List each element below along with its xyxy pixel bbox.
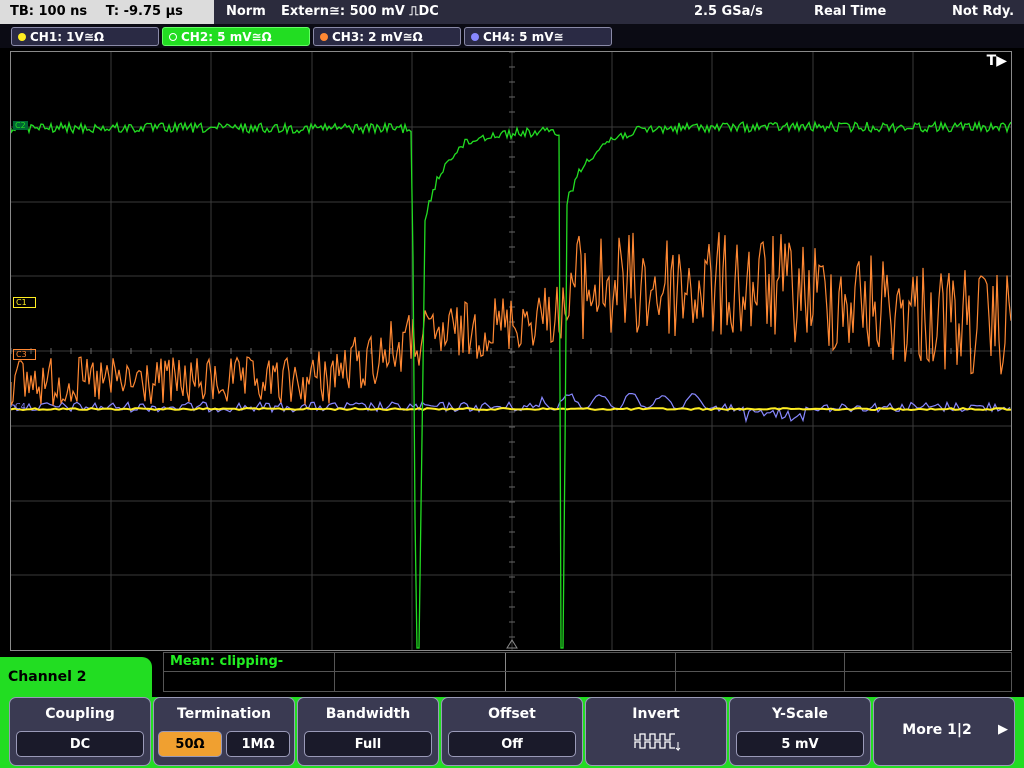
- ch1-offset-marker[interactable]: C1: [13, 297, 36, 308]
- channel-tab-ch3[interactable]: CH3: 2 mV≅Ω: [313, 27, 461, 46]
- yscale-value[interactable]: 5 mV: [736, 731, 864, 757]
- offset-title: Offset: [488, 706, 536, 722]
- channel-tab-ch1[interactable]: CH1: 1V≅Ω: [11, 27, 159, 46]
- coupling-softkey[interactable]: Coupling DC: [9, 697, 151, 766]
- offset-softkey[interactable]: Offset Off: [441, 697, 583, 766]
- bandwidth-title: Bandwidth: [325, 706, 411, 722]
- coupling-title: Coupling: [45, 706, 115, 722]
- more-label: More 1|2: [902, 722, 972, 738]
- ch2-offset-marker[interactable]: C2: [13, 121, 28, 130]
- yscale-title: Y-Scale: [771, 706, 828, 722]
- divider: [675, 653, 676, 691]
- bandwidth-softkey[interactable]: Bandwidth Full: [297, 697, 439, 766]
- ch1-dot-icon: [18, 33, 26, 41]
- ch2-dot-icon: [169, 33, 177, 41]
- menu-channel-label: Channel 2: [0, 657, 152, 697]
- termination-softkey[interactable]: Termination 50Ω 1MΩ: [153, 697, 295, 766]
- channel-tab-ch4[interactable]: CH4: 5 mV≅: [464, 27, 612, 46]
- ch2-label: CH2: 5 mV≅Ω: [181, 30, 272, 44]
- waveform-display[interactable]: T▶ C2 C1 C3 C4: [10, 51, 1012, 651]
- next-page-icon: ▶: [998, 722, 1008, 737]
- ch4-label: CH4: 5 mV≅: [483, 30, 564, 44]
- center-ticks: [11, 52, 992, 638]
- bandwidth-value[interactable]: Full: [304, 731, 432, 757]
- ch1-label: CH1: 1V≅Ω: [30, 30, 105, 44]
- trigger-source[interactable]: Extern≅: 500 mV ⎍DC: [281, 0, 439, 24]
- trigger-marker: T▶: [986, 53, 1007, 69]
- timebase-value: TB: 100 ns: [10, 4, 88, 19]
- ch3-dot-icon: [320, 33, 328, 41]
- termination-50ohm-button[interactable]: 50Ω: [158, 731, 222, 757]
- waveform-svg: [11, 52, 1011, 650]
- termination-1mohm-button[interactable]: 1MΩ: [226, 731, 290, 757]
- trigger-time-value: T: -9.75 µs: [105, 4, 183, 19]
- divider: [334, 653, 335, 691]
- ch1-waveform: [11, 406, 1011, 412]
- divider: [505, 653, 506, 691]
- timebase-box[interactable]: TB: 100 ns T: -9.75 µs: [0, 0, 214, 24]
- yscale-softkey[interactable]: Y-Scale 5 mV: [729, 697, 871, 766]
- termination-title: Termination: [177, 706, 271, 722]
- more-softkey[interactable]: More 1|2 ▶: [873, 697, 1015, 766]
- trigger-status: Not Rdy.: [952, 4, 1015, 19]
- ch4-offset-marker[interactable]: C4: [13, 402, 28, 411]
- offset-value[interactable]: Off: [448, 731, 576, 757]
- invert-softkey[interactable]: Invert: [585, 697, 727, 766]
- ch3-label: CH3: 2 mV≅Ω: [332, 30, 423, 44]
- trigger-mode[interactable]: Norm: [226, 0, 266, 24]
- channel-tab-ch2[interactable]: CH2: 5 mV≅Ω: [162, 27, 310, 46]
- ch4-dot-icon: [471, 33, 479, 41]
- invert-waveform-icon: [634, 733, 681, 752]
- sample-rate: 2.5 GSa/s: [694, 4, 763, 19]
- coupling-value[interactable]: DC: [16, 731, 144, 757]
- divider: [844, 653, 845, 691]
- acquisition-mode: Real Time: [814, 4, 887, 19]
- measurement-panel: [163, 652, 1012, 692]
- ch3-offset-marker[interactable]: C3: [13, 349, 36, 360]
- ch3-waveform: [11, 232, 1011, 406]
- ch2-waveform: [11, 120, 1011, 649]
- mean-measurement: Mean: clipping-: [170, 654, 284, 669]
- invert-title: Invert: [632, 706, 680, 722]
- divider: [164, 671, 1011, 672]
